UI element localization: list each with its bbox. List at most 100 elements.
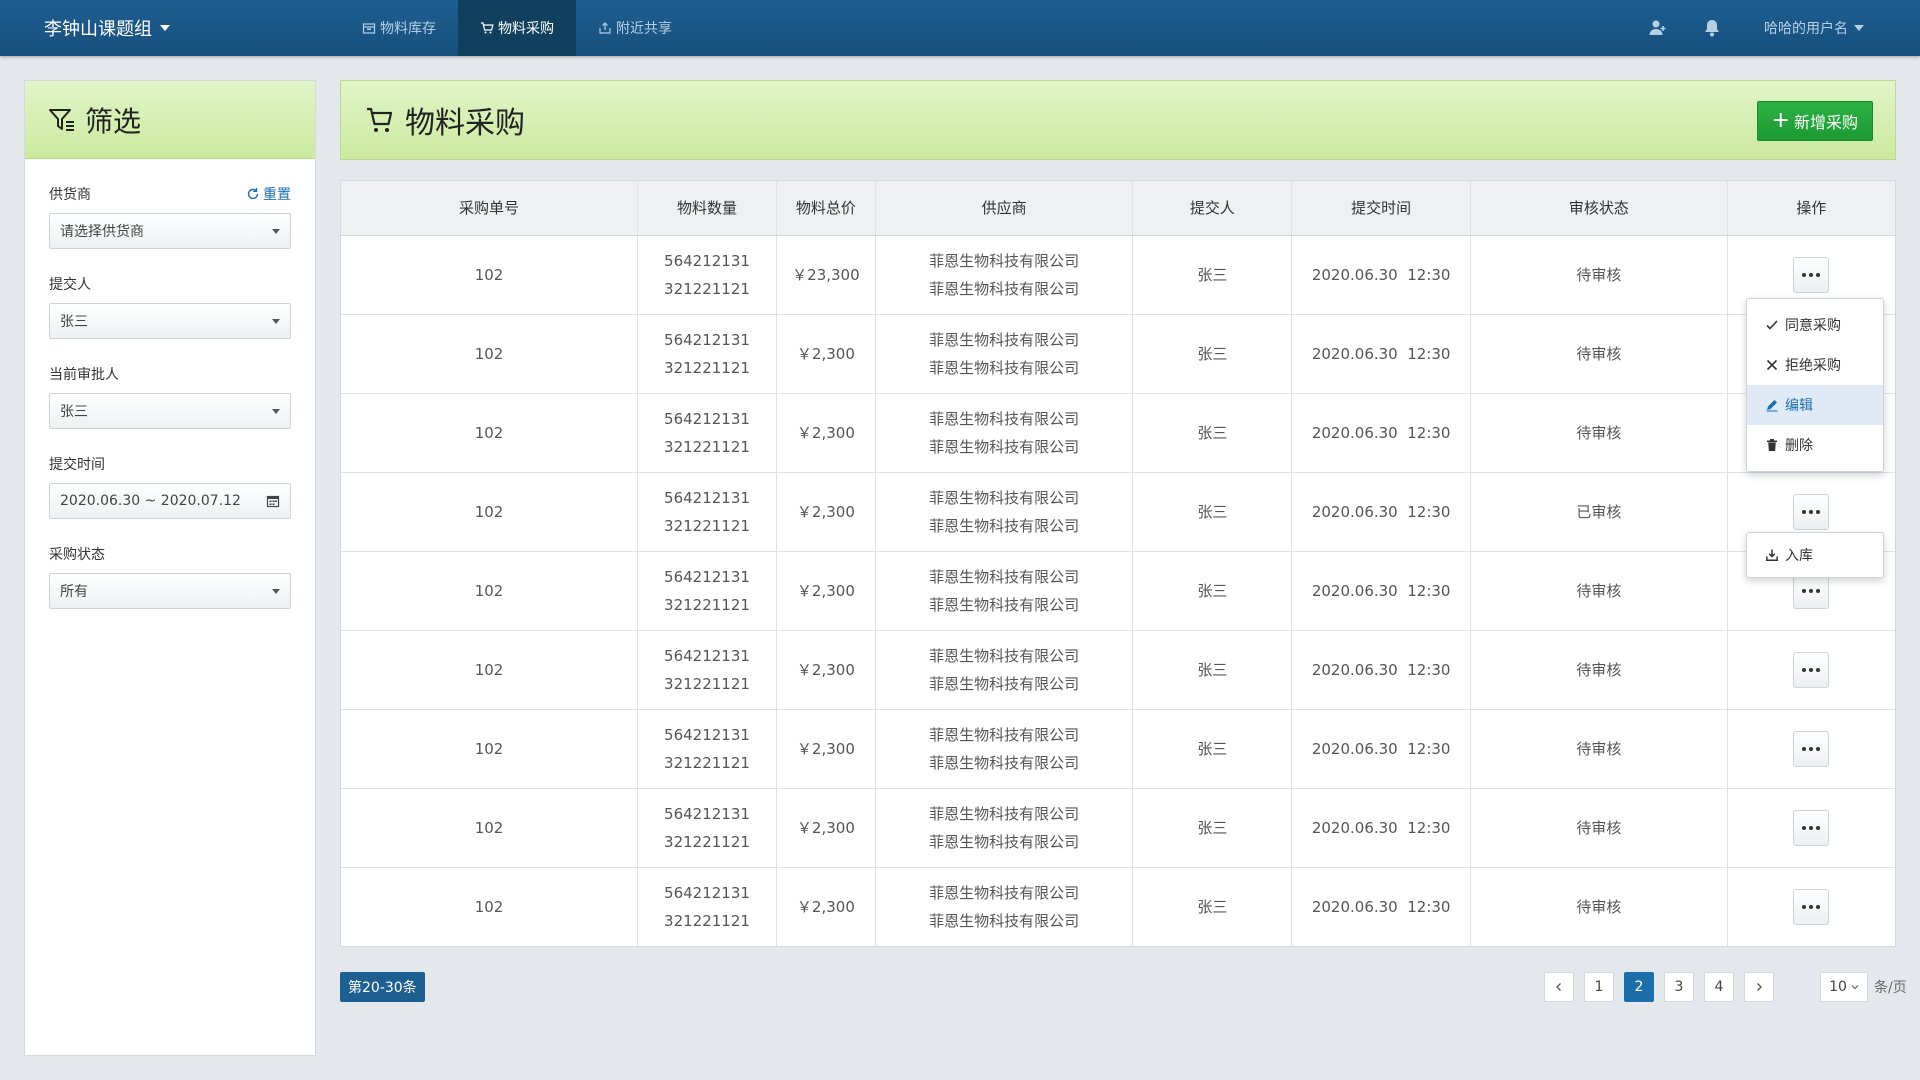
supplier-cell: 菲恩生物科技有限公司 菲恩生物科技有限公司 xyxy=(875,709,1134,789)
page-title: 物料采购 xyxy=(405,106,525,141)
page-button[interactable]: 1 xyxy=(1584,972,1614,1002)
column-header[interactable]: 物料总价 xyxy=(776,181,876,236)
review-status: 待审核 xyxy=(1470,867,1728,946)
column-header[interactable]: 采购单号 xyxy=(341,181,639,236)
column-header[interactable]: 审核状态 xyxy=(1470,181,1728,236)
total-price: ￥2,300 xyxy=(776,472,876,552)
more-actions-button[interactable] xyxy=(1793,256,1830,293)
quantity: 564212131 xyxy=(664,330,750,349)
menu-item-label: 编辑 xyxy=(1785,398,1813,414)
quantity-cell: 564212131 321221121 xyxy=(637,551,777,631)
bell-icon[interactable] xyxy=(1702,18,1722,38)
caret-down-icon xyxy=(272,318,280,324)
page-button[interactable]: 4 xyxy=(1704,972,1734,1002)
submit-time: 2020.06.30 12:30 xyxy=(1291,867,1472,946)
quantity: 321221121 xyxy=(664,595,750,614)
page-size-value: 10 xyxy=(1829,979,1847,995)
brand-menu[interactable]: 李钟山课题组 xyxy=(44,0,170,56)
quantity-cell: 564212131 321221121 xyxy=(637,314,777,394)
quantity: 564212131 xyxy=(664,883,750,902)
supplier: 菲恩生物科技有限公司 xyxy=(929,595,1080,614)
delete-item[interactable]: 删除 xyxy=(1747,425,1883,465)
quantity: 564212131 xyxy=(664,488,750,507)
caret-down-icon xyxy=(272,408,280,414)
supplier: 菲恩生物科技有限公司 xyxy=(929,437,1080,456)
ellipsis-icon xyxy=(1809,904,1814,909)
submitter: 张三 xyxy=(1132,472,1293,552)
supplier: 菲恩生物科技有限公司 xyxy=(929,358,1080,377)
column-header[interactable]: 提交人 xyxy=(1132,181,1293,236)
reset-button[interactable]: 重置 xyxy=(246,184,291,204)
review-status: 待审核 xyxy=(1470,314,1728,394)
tab-purchase[interactable]: 物料采购 xyxy=(458,0,576,56)
filter-label: 提交人 xyxy=(49,277,91,293)
ellipsis-icon xyxy=(1809,667,1814,672)
total-price: ￥2,300 xyxy=(776,788,876,868)
supplier: 菲恩生物科技有限公司 xyxy=(929,330,1080,349)
ellipsis-icon xyxy=(1816,746,1821,751)
ellipsis-icon xyxy=(1816,904,1821,909)
status-select[interactable]: 所有 xyxy=(49,573,291,609)
user-menu[interactable]: 哈哈的用户名 xyxy=(1764,18,1864,38)
prev-page-button[interactable] xyxy=(1544,972,1574,1002)
supplier: 菲恩生物科技有限公司 xyxy=(929,279,1080,298)
tab-inventory[interactable]: 物料库存 xyxy=(340,0,458,56)
column-header: 操作 xyxy=(1727,181,1895,236)
page-button-current[interactable]: 2 xyxy=(1624,972,1654,1002)
date-range-picker[interactable]: 2020.06.30 ~ 2020.07.12 xyxy=(49,483,291,519)
caret-down-icon xyxy=(272,228,280,234)
submitter: 张三 xyxy=(1132,393,1293,473)
approve-purchase-item[interactable]: 同意采购 xyxy=(1747,305,1883,345)
actions-cell xyxy=(1727,709,1895,789)
caret-down-icon xyxy=(160,25,170,31)
supplier: 菲恩生物科技有限公司 xyxy=(929,646,1080,665)
submit-time: 2020.06.30 12:30 xyxy=(1291,788,1472,868)
supplier: 菲恩生物科技有限公司 xyxy=(929,516,1080,535)
next-page-button[interactable] xyxy=(1744,972,1774,1002)
approver-select[interactable]: 张三 xyxy=(49,393,291,429)
more-actions-button[interactable] xyxy=(1793,651,1830,688)
submitter-select[interactable]: 张三 xyxy=(49,303,291,339)
caret-down-icon xyxy=(272,588,280,594)
order-id: 102 xyxy=(341,393,639,473)
edit-item[interactable]: 编辑 xyxy=(1747,385,1883,425)
more-actions-button[interactable] xyxy=(1793,493,1830,530)
reject-purchase-item[interactable]: 拒绝采购 xyxy=(1747,345,1883,385)
page-button[interactable]: 3 xyxy=(1664,972,1694,1002)
pagination: 1 2 3 4 10 条/页 xyxy=(1544,972,1907,1002)
more-actions-button[interactable] xyxy=(1793,809,1830,846)
ellipsis-icon xyxy=(1802,746,1807,751)
check-icon xyxy=(1766,320,1778,330)
supplier-cell: 菲恩生物科技有限公司 菲恩生物科技有限公司 xyxy=(875,788,1134,868)
submit-time: 2020.06.30 12:30 xyxy=(1291,235,1472,315)
total-price: ￥2,300 xyxy=(776,630,876,710)
filter-submit-time: 提交时间 2020.06.30 ~ 2020.07.12 xyxy=(49,455,291,519)
more-actions-button[interactable] xyxy=(1793,730,1830,767)
column-header[interactable]: 供应商 xyxy=(875,181,1134,236)
quantity-cell: 564212131 321221121 xyxy=(637,630,777,710)
stock-in-item[interactable]: 入库 xyxy=(1747,535,1883,575)
quantity: 564212131 xyxy=(664,409,750,428)
supplier: 菲恩生物科技有限公司 xyxy=(929,674,1080,693)
add-user-icon[interactable] xyxy=(1648,18,1668,38)
review-status: 待审核 xyxy=(1470,709,1728,789)
review-status: 待审核 xyxy=(1470,235,1728,315)
pencil-icon xyxy=(1766,400,1778,412)
quantity: 321221121 xyxy=(664,911,750,930)
column-header[interactable]: 提交时间 xyxy=(1291,181,1472,236)
tab-label: 物料库存 xyxy=(380,21,436,37)
tab-nearby-share[interactable]: 附近共享 xyxy=(576,0,694,56)
page-size-select[interactable]: 10 xyxy=(1820,972,1868,1002)
table-row: 102 564212131 321221121 ￥2,300 菲恩生物科技有限公司… xyxy=(341,867,1895,946)
filter-title: 筛选 xyxy=(85,104,142,138)
supplier-cell: 菲恩生物科技有限公司 菲恩生物科技有限公司 xyxy=(875,551,1134,631)
total-price: ￥23,300 xyxy=(776,235,876,315)
submitter: 张三 xyxy=(1132,235,1293,315)
add-purchase-button[interactable]: + 新增采购 xyxy=(1756,101,1873,141)
quantity: 564212131 xyxy=(664,725,750,744)
more-actions-button[interactable] xyxy=(1793,888,1830,925)
column-header[interactable]: 物料数量 xyxy=(637,181,777,236)
quantity-cell: 564212131 321221121 xyxy=(637,472,777,552)
supplier-select[interactable]: 请选择供货商 xyxy=(49,213,291,249)
ellipsis-icon xyxy=(1809,272,1814,277)
